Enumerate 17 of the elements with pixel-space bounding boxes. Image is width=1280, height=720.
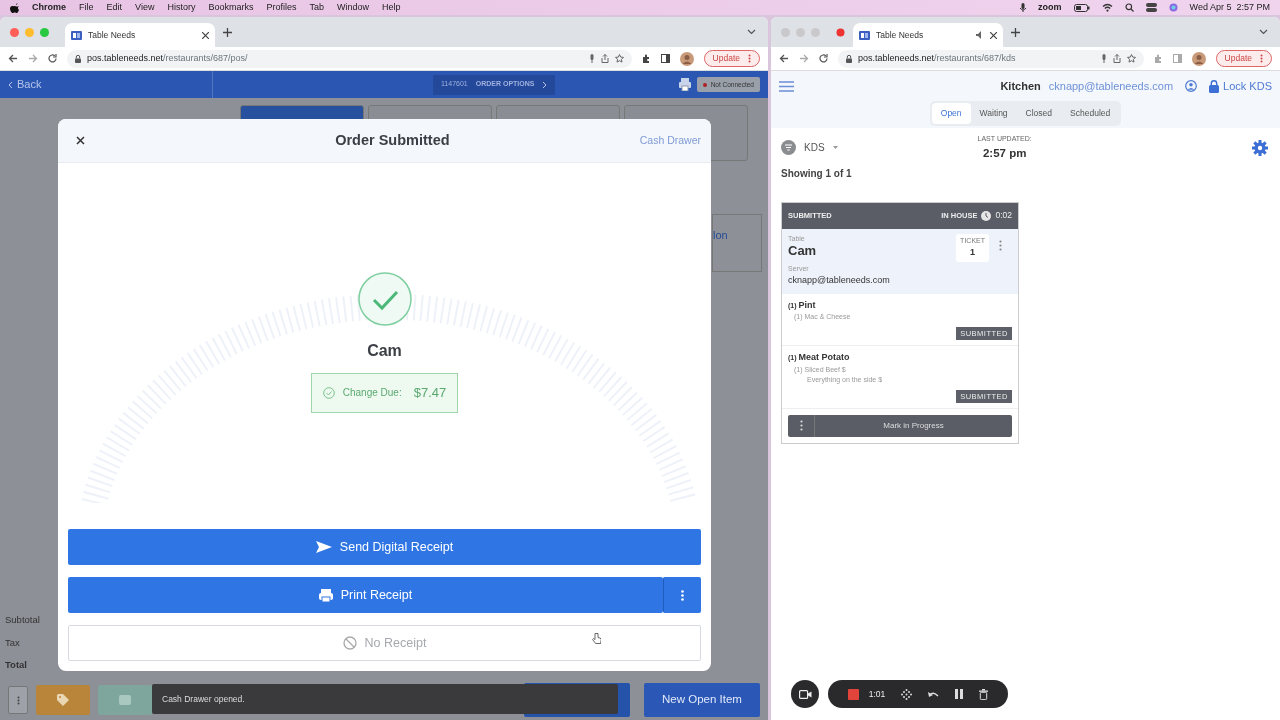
showing-count: Showing 1 of 1	[781, 166, 853, 181]
total-label: Total	[5, 657, 28, 672]
cash-drawer-toast: Cash Drawer opened.	[152, 684, 618, 714]
modal-title: Order Submitted	[334, 130, 451, 150]
customer-name: Cam	[367, 341, 402, 361]
tab-title: Table Needs	[88, 28, 137, 42]
station-name: Kitchen	[1000, 78, 1041, 94]
change-due-badge: Change Due: $7.47	[310, 373, 459, 413]
total-label: Subtotal	[5, 613, 41, 628]
tab-title: Table Needs	[876, 28, 925, 42]
last-updated-time: 2:57 pm	[982, 145, 1027, 161]
ticket-number: 1	[970, 246, 976, 260]
recording-timer: 1:01	[868, 687, 886, 701]
total-label: Tax	[5, 635, 21, 650]
server-email: cknapp@tableneeds.com	[788, 274, 890, 288]
ticket-timer: 0:02	[995, 209, 1012, 223]
table-name: Cam	[788, 244, 817, 258]
